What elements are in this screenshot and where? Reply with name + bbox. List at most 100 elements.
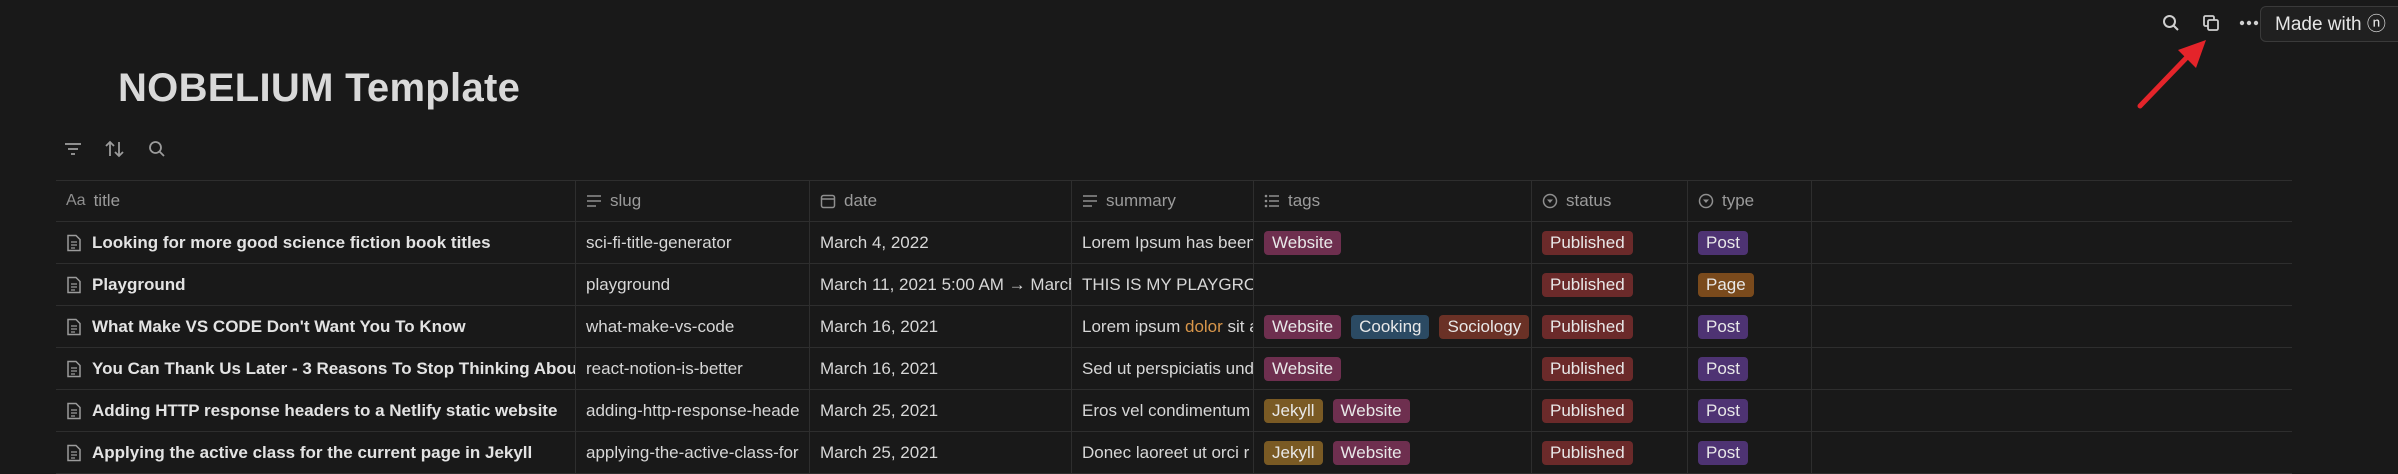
tags-cell[interactable]: Website <box>1254 348 1532 389</box>
column-header-type[interactable]: type <box>1688 181 1812 221</box>
tag-badge: Website <box>1332 440 1410 465</box>
summary-text: Lorem ipsum <box>1082 316 1185 336</box>
status-cell[interactable]: Published <box>1532 432 1688 473</box>
slug-cell[interactable]: adding-http-response-heade <box>576 390 810 431</box>
type-cell[interactable]: Post <box>1688 306 1812 347</box>
filter-icon[interactable] <box>60 136 86 162</box>
duplicate-icon[interactable] <box>2198 10 2224 36</box>
status-cell[interactable]: Published <box>1532 390 1688 431</box>
text-type-icon: Aa <box>66 192 86 209</box>
row-spacer <box>1812 348 2292 389</box>
table-header: Aa title slug date summary tags status t… <box>56 180 2292 222</box>
column-header-slug[interactable]: slug <box>576 181 810 221</box>
row-spacer <box>1812 432 2292 473</box>
page-icon <box>66 444 82 462</box>
tag-badge: Website <box>1264 356 1342 381</box>
table-body: Looking for more good science fiction bo… <box>56 222 2292 474</box>
column-header-title[interactable]: Aa title <box>56 181 576 221</box>
column-header-summary[interactable]: summary <box>1072 181 1254 221</box>
status-cell[interactable]: Published <box>1532 264 1688 305</box>
page-icon <box>66 234 82 252</box>
type-badge: Post <box>1698 314 1749 339</box>
title-cell[interactable]: Applying the active class for the curren… <box>56 432 576 473</box>
tag-badge: Cooking <box>1351 314 1430 339</box>
column-header-status[interactable]: status <box>1532 181 1688 221</box>
slug-cell[interactable]: applying-the-active-class-for <box>576 432 810 473</box>
title-cell[interactable]: Adding HTTP response headers to a Netlif… <box>56 390 576 431</box>
table-row[interactable]: Adding HTTP response headers to a Netlif… <box>56 390 2292 432</box>
date-cell[interactable]: March 4, 2022 <box>810 222 1072 263</box>
slug-cell[interactable]: react-notion-is-better <box>576 348 810 389</box>
status-cell[interactable]: Published <box>1532 222 1688 263</box>
tags-cell[interactable] <box>1254 264 1532 305</box>
summary-text: Eros vel condimentum <box>1082 400 1251 420</box>
summary-cell[interactable]: Donec laoreet ut orci r <box>1072 432 1254 473</box>
table-row[interactable]: Playground playground March 11, 2021 5:0… <box>56 264 2292 306</box>
row-title[interactable]: What Make VS CODE Don't Want You To Know <box>92 317 466 337</box>
status-badge: Published <box>1542 398 1633 423</box>
search-icon[interactable] <box>2158 10 2184 36</box>
slug-cell[interactable]: playground <box>576 264 810 305</box>
type-cell[interactable]: Post <box>1688 390 1812 431</box>
text-lines-icon <box>586 194 602 208</box>
row-title[interactable]: Playground <box>92 275 186 295</box>
row-title[interactable]: Looking for more good science fiction bo… <box>92 233 491 253</box>
row-title[interactable]: Adding HTTP response headers to a Netlif… <box>92 401 557 421</box>
tag-badge: Website <box>1264 314 1342 339</box>
table-row[interactable]: What Make VS CODE Don't Want You To Know… <box>56 306 2292 348</box>
date-cell[interactable]: March 25, 2021 <box>810 432 1072 473</box>
type-badge: Post <box>1698 398 1749 423</box>
search-icon[interactable] <box>144 136 170 162</box>
type-badge: Page <box>1698 272 1754 297</box>
status-badge: Published <box>1542 230 1633 255</box>
date-cell[interactable]: March 16, 2021 <box>810 348 1072 389</box>
column-header-date[interactable]: date <box>810 181 1072 221</box>
summary-link-text[interactable]: dolor <box>1185 317 1223 337</box>
slug-cell[interactable]: sci-fi-title-generator <box>576 222 810 263</box>
title-cell[interactable]: Playground <box>56 264 576 305</box>
slug-cell[interactable]: what-make-vs-code <box>576 306 810 347</box>
column-header-tags[interactable]: tags <box>1254 181 1532 221</box>
table-row[interactable]: Looking for more good science fiction bo… <box>56 222 2292 264</box>
title-cell[interactable]: What Make VS CODE Don't Want You To Know <box>56 306 576 347</box>
tags-cell[interactable]: Website Cooking Sociology <box>1254 306 1532 347</box>
sort-icon[interactable] <box>102 136 128 162</box>
calendar-icon <box>820 193 836 209</box>
row-title[interactable]: Applying the active class for the curren… <box>92 443 532 463</box>
title-cell[interactable]: Looking for more good science fiction bo… <box>56 222 576 263</box>
summary-cell[interactable]: Sed ut perspiciatis und <box>1072 348 1254 389</box>
select-icon <box>1698 193 1714 209</box>
type-badge: Post <box>1698 230 1749 255</box>
tags-cell[interactable]: Website <box>1254 222 1532 263</box>
date-cell[interactable]: March 16, 2021 <box>810 306 1072 347</box>
status-cell[interactable]: Published <box>1532 306 1688 347</box>
summary-cell[interactable]: THIS IS MY PLAYGROUND <box>1072 264 1254 305</box>
summary-cell[interactable]: Eros vel condimentum <box>1072 390 1254 431</box>
made-with-notion-button[interactable]: Made with ⓝ <box>2260 6 2398 42</box>
tag-badge: Jekyll <box>1264 398 1323 423</box>
page-icon <box>66 276 82 294</box>
summary-text: Lorem Ipsum has been <box>1082 232 1254 252</box>
type-cell[interactable]: Post <box>1688 432 1812 473</box>
database-table: Aa title slug date summary tags status t… <box>56 180 2292 474</box>
type-cell[interactable]: Page <box>1688 264 1812 305</box>
type-cell[interactable]: Post <box>1688 222 1812 263</box>
row-title[interactable]: You Can Thank Us Later - 3 Reasons To St… <box>92 359 575 379</box>
type-cell[interactable]: Post <box>1688 348 1812 389</box>
summary-cell[interactable]: Lorem ipsum dolor sit a <box>1072 306 1254 347</box>
status-cell[interactable]: Published <box>1532 348 1688 389</box>
type-badge: Post <box>1698 440 1749 465</box>
table-row[interactable]: Applying the active class for the curren… <box>56 432 2292 474</box>
row-spacer <box>1812 222 2292 263</box>
tags-cell[interactable]: Jekyll Website <box>1254 432 1532 473</box>
select-icon <box>1542 193 1558 209</box>
date-cell[interactable]: March 11, 2021 5:00 AM → March <box>810 264 1072 305</box>
text-lines-icon <box>1082 194 1098 208</box>
tag-badge: Website <box>1264 230 1342 255</box>
summary-cell[interactable]: Lorem Ipsum has been <box>1072 222 1254 263</box>
tags-cell[interactable]: Jekyll Website <box>1254 390 1532 431</box>
title-cell[interactable]: You Can Thank Us Later - 3 Reasons To St… <box>56 348 576 389</box>
date-cell[interactable]: March 25, 2021 <box>810 390 1072 431</box>
table-row[interactable]: You Can Thank Us Later - 3 Reasons To St… <box>56 348 2292 390</box>
more-options-icon[interactable] <box>2236 10 2262 36</box>
